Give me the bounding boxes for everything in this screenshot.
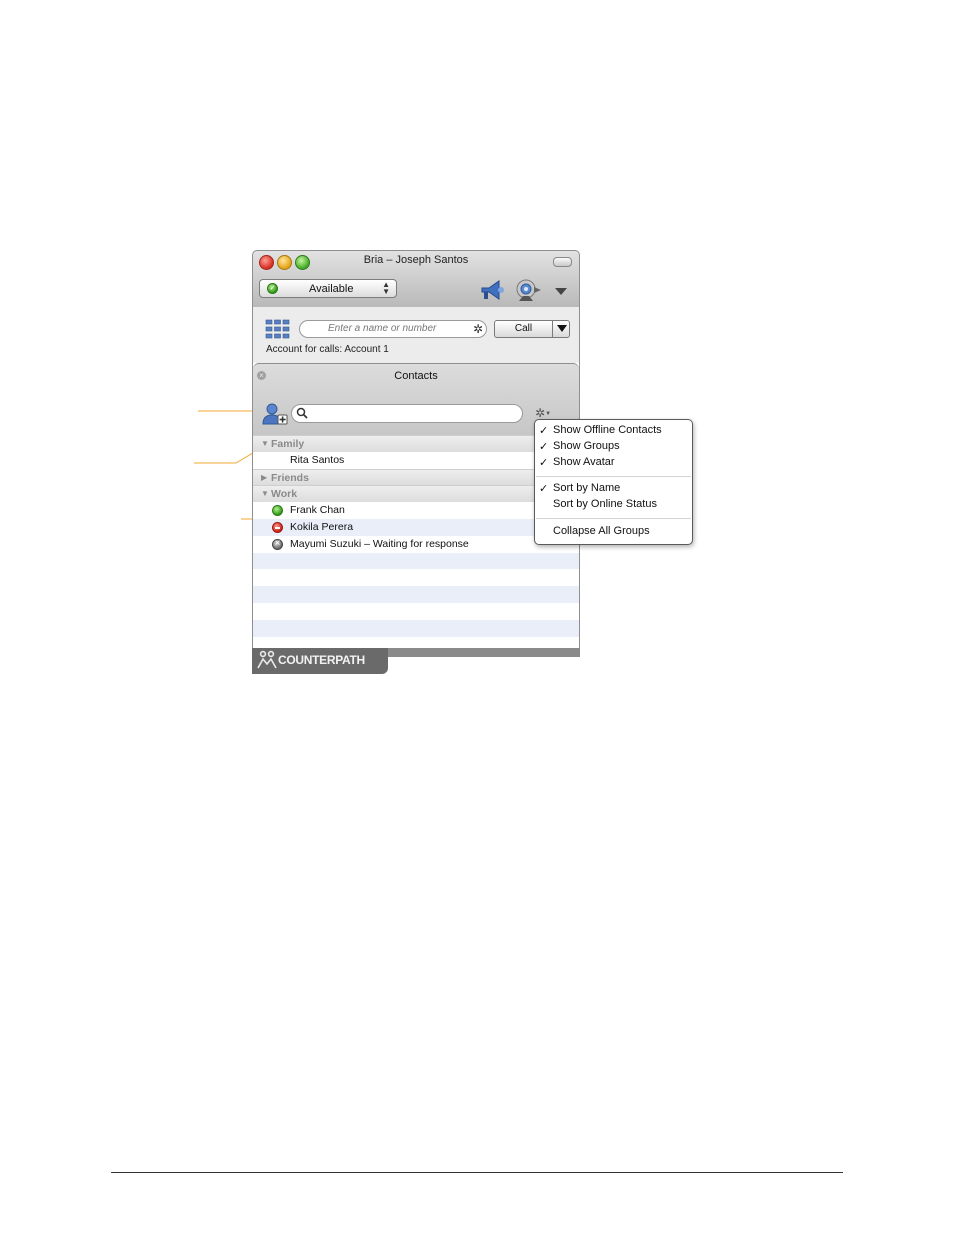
gear-icon: ✲ [535,406,546,420]
contacts-panel: × Contacts ✲▼ ▼ Family Rita Santos ▶ Fri… [252,363,580,657]
menu-item-show-offline-contacts[interactable]: ✓ Show Offline Contacts [539,424,662,437]
empty-row [253,603,579,620]
call-options-dropdown[interactable] [557,325,567,332]
contacts-options-button[interactable]: ✲▼ [535,406,551,420]
window-title: Bria – Joseph Santos [363,254,469,266]
brand-text: COUNTERPATH [278,653,365,667]
online-presence-icon [272,505,283,517]
magnifier-icon [296,407,308,419]
menu-item-show-groups[interactable]: ✓ Show Groups [539,440,620,453]
empty-row [253,552,579,570]
footer-bar [388,648,580,657]
empty-row [253,586,579,603]
menu-item-label: Show Offline Contacts [553,424,662,436]
footer-brand-tab: COUNTERPATH [252,648,388,674]
checkmark-icon: ✓ [539,483,549,495]
menu-item-show-avatar[interactable]: ✓ Show Avatar [539,456,615,469]
contact-row[interactable]: Frank Chan [253,502,579,519]
webcam-icon[interactable] [514,278,542,304]
menu-item-label: Sort by Name [553,482,621,494]
megaphone-icon[interactable] [479,278,505,302]
disclosure-triangle-closed-icon[interactable]: ▶ [261,470,267,487]
counterpath-logo [257,650,277,669]
status-select[interactable]: ✓ Available ▲ ▼ [259,279,397,298]
menu-item-collapse-all-groups[interactable]: Collapse All Groups [553,525,650,537]
page-footer-rule [111,1172,843,1173]
contact-name: Mayumi Suzuki – Waiting for response [290,537,469,550]
gear-icon[interactable]: ✲ [473,323,483,335]
contact-name: Frank Chan [290,504,345,517]
busy-presence-icon [272,521,283,533]
contact-list: ▼ Family Rita Santos ▶ Friends ▼ Work Fr… [253,435,579,653]
title-bar: Bria – Joseph Santos ✓ Available ▲ ▼ [252,250,580,307]
dialpad-icon[interactable] [265,319,290,339]
contacts-header: × Contacts ✲▼ [253,363,579,436]
menu-item-sort-by-online-status[interactable]: Sort by Online Status [553,498,657,510]
contacts-options-menu: ✓ Show Offline Contacts ✓ Show Groups ✓ … [534,419,693,545]
dial-input-placeholder: Enter a name or number [328,323,437,334]
toolbar-toggle-button[interactable] [553,257,572,267]
contact-row[interactable]: Mayumi Suzuki – Waiting for response [253,536,579,553]
menu-item-label: Show Avatar [553,456,615,468]
stepper-arrows-icon: ▲ ▼ [382,280,390,296]
empty-row [253,569,579,586]
menu-separator [536,518,691,519]
group-header-work[interactable]: ▼ Work [253,485,579,503]
green-check-icon: ✓ [267,283,278,294]
call-button[interactable]: Call [494,320,570,338]
contact-row[interactable]: Kokila Perera [253,518,579,536]
add-contact-icon[interactable] [262,403,288,425]
checkmark-icon: ✓ [539,441,549,453]
contact-search-input[interactable] [291,404,523,423]
group-header-friends[interactable]: ▶ Friends [253,468,579,487]
call-bar: Enter a name or number ✲ Call Account fo… [252,307,580,363]
menu-item-label: Sort by Online Status [553,498,657,510]
triangle-down-icon[interactable] [555,288,567,295]
empty-row [253,619,579,637]
checkmark-icon: ✓ [539,425,549,437]
dial-input[interactable]: Enter a name or number ✲ [299,320,487,338]
pending-presence-icon [272,536,283,553]
disclosure-triangle-open-icon[interactable]: ▼ [261,436,269,453]
group-name: Family [271,438,305,450]
menu-item-label: Collapse All Groups [553,525,650,537]
group-name: Friends [271,471,309,484]
bria-window: Bria – Joseph Santos ✓ Available ▲ ▼ Ent… [252,250,580,674]
disclosure-triangle-open-icon[interactable]: ▼ [261,486,269,503]
group-name: Work [271,488,298,501]
checkmark-icon: ✓ [539,457,549,469]
contact-name: Kokila Perera [290,520,354,533]
contact-name: Rita Santos [290,453,345,466]
account-label: Account for calls: Account 1 [266,344,389,355]
menu-item-sort-by-name[interactable]: ✓ Sort by Name [539,482,621,495]
call-button-label: Call [514,323,533,334]
group-header-family[interactable]: ▼ Family [253,435,579,452]
menu-separator [536,476,691,477]
contacts-title: Contacts [394,370,438,382]
caret-down-icon: ▼ [545,410,552,417]
call-button-divider [552,321,553,337]
contact-row[interactable]: Rita Santos [253,452,579,469]
menu-item-label: Show Groups [553,440,620,452]
status-label: Available [309,283,354,295]
